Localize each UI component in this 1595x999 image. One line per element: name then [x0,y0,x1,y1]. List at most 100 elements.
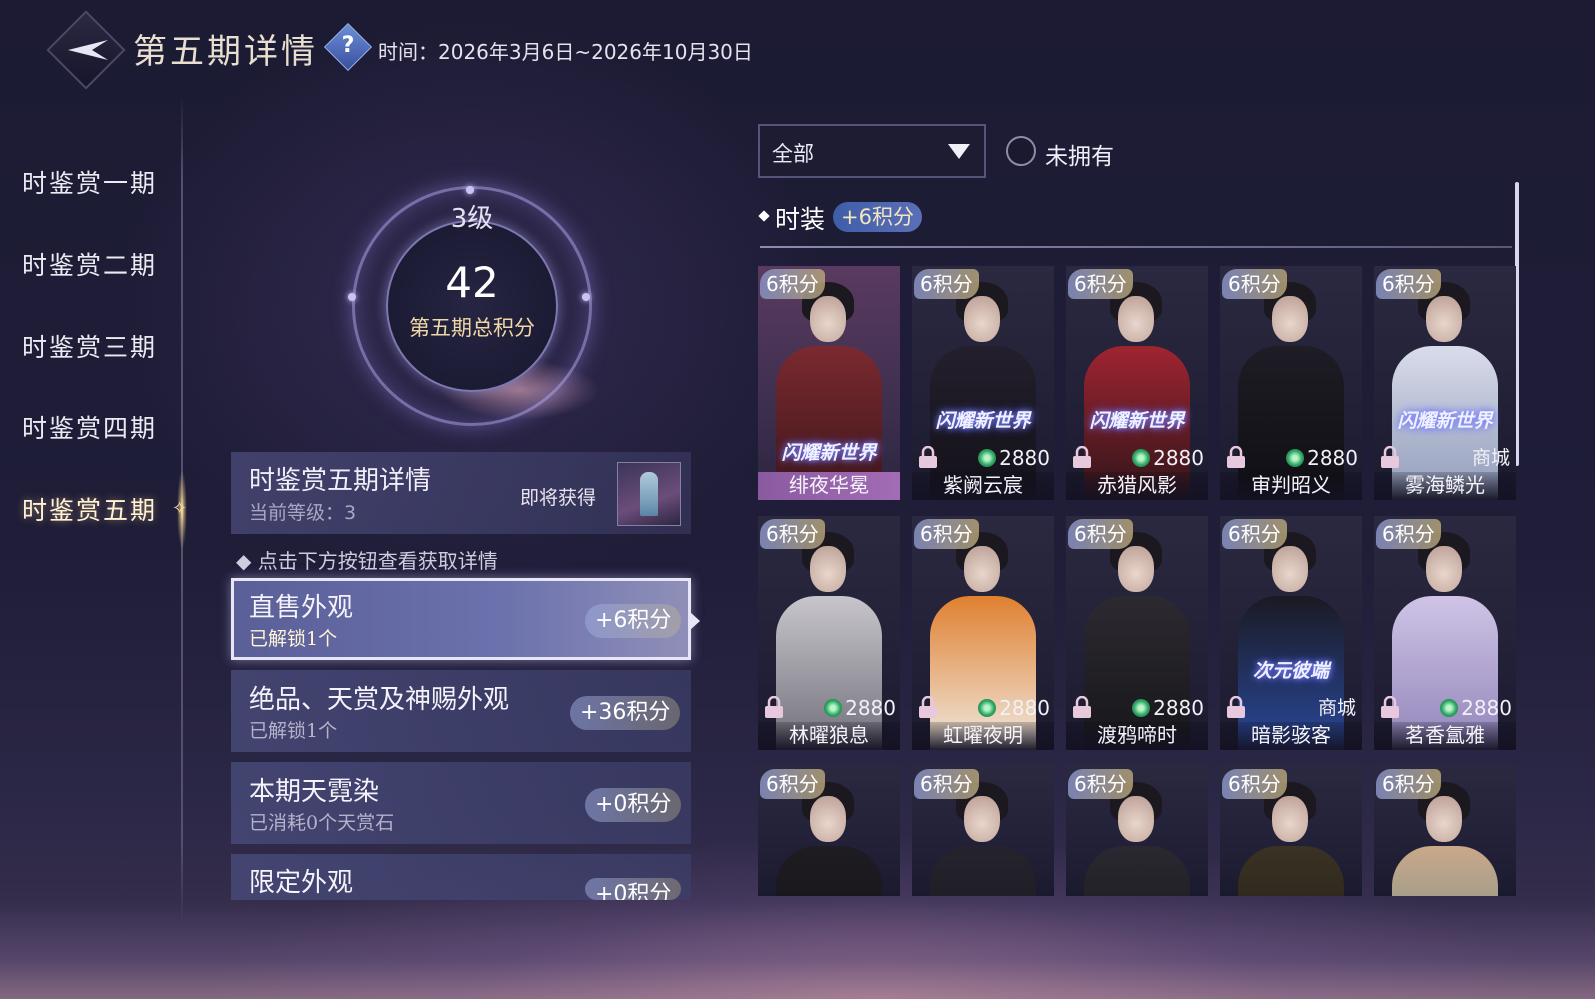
filter-selected: 全部 [772,142,814,166]
jade-coin-icon [978,699,997,717]
outfit-price: 2880 [978,696,1050,720]
outfit-card[interactable]: 6积分 [1374,766,1516,896]
points-badge: 6积分 [914,269,979,299]
category-title: 直售外观 [249,593,354,623]
points-badge: 6积分 [760,519,825,549]
category-points: +6积分 [585,604,682,638]
section-divider [760,246,1512,248]
outfit-price: 2880 [1132,696,1204,720]
outfit-card[interactable]: 6积分闪耀新世界赤猎风影 2880 [1066,266,1208,500]
outfit-name: 渡鸦啼时 [1097,723,1177,747]
collection-logo: 闪耀新世界 [1397,410,1493,432]
bottom-fade [0,900,1595,999]
outfit-card[interactable]: 6积分 [1220,766,1362,896]
outfit-figure-head [1118,796,1154,842]
lock-icon [1227,696,1245,718]
outfit-name: 林曜狼息 [789,723,869,747]
points-badge: 6积分 [1068,519,1133,549]
outfit-card[interactable]: 6积分 审判昭义 2880 [1220,266,1362,500]
category-title: 限定外观 [249,868,354,898]
jade-coin-icon [978,449,997,467]
outfit-figure-head [1272,796,1308,842]
outfit-card[interactable]: 6积分 虹曜夜明 2880 [912,516,1054,750]
jade-coin-icon [1440,699,1459,717]
outfit-figure-head [1118,296,1154,342]
outfit-price: 2880 [1132,446,1204,470]
ring-dot [466,186,474,194]
upcoming-reward-label: 即将获得 [520,487,597,509]
jade-coin-icon [1132,449,1151,467]
outfit-name: 茗香氲雅 [1405,723,1485,747]
hint-text: ◆ 点击下方按钮查看获取详情 [236,549,498,573]
price-value: 2880 [845,696,896,720]
ring-dot [582,293,590,301]
price-value: 2880 [999,696,1050,720]
category-sub: 已解锁1个 [249,628,338,650]
score-total: 42 [445,258,499,307]
lock-icon [1381,446,1399,468]
price-value: 2880 [1461,696,1512,720]
outfit-name: 暗影骇客 [1251,723,1331,747]
unowned-label[interactable]: 未拥有 [1045,137,1114,171]
points-badge: 6积分 [1376,269,1441,299]
lock-icon [1227,446,1245,468]
ring-dot [348,293,356,301]
outfit-card[interactable]: 6积分 [758,766,900,896]
score-label: 第五期总积分 [409,316,535,340]
outfit-card[interactable]: 6积分 [1066,766,1208,896]
price-value: 2880 [1153,446,1204,470]
outfit-card[interactable]: 6积分 闪耀新世界 雾海鳞光 商城 [1374,266,1516,500]
sidebar-item-period-2[interactable]: 时鉴赏二期 [22,246,157,282]
back-arrow-icon [68,40,108,60]
outfit-name: 赤猎风影 [1097,473,1177,497]
outfit-card[interactable]: 6积分茗香氲雅 2880 [1374,516,1516,750]
page-title: 第五期详情 [133,32,318,72]
points-badge: 6积分 [914,519,979,549]
lock-icon [1073,446,1091,468]
outfit-card[interactable]: 6积分 闪耀新世界 紫阙云宸 2880 [912,266,1054,500]
outfit-figure-body [1238,846,1344,896]
sidebar-item-period-4[interactable]: 时鉴赏四期 [22,409,157,445]
outfit-figure-head [1426,296,1462,342]
outfit-card[interactable]: 6积分渡鸦啼时 2880 [1066,516,1208,750]
outfit-figure-head [1272,296,1308,342]
price-value: 2880 [1307,446,1358,470]
points-badge: 6积分 [1068,769,1133,799]
points-badge: 6积分 [1222,519,1287,549]
outfit-card[interactable]: 6积分 闪耀新世界 绯夜华冕 [758,266,900,500]
outfit-card[interactable]: 6积分 [912,766,1054,896]
category-title: 本期天霓染 [249,777,380,807]
section-title: 时装 [775,205,826,234]
sidebar-item-period-1[interactable]: 时鉴赏一期 [22,164,157,200]
unowned-radio[interactable] [1006,136,1036,166]
period-detail-title: 时鉴赏五期详情 [249,466,432,496]
points-badge: 6积分 [1068,269,1133,299]
outfit-figure-head [964,796,1000,842]
outfit-name: 审判昭义 [1251,473,1331,497]
shop-label: 商城 [1317,697,1356,719]
points-badge: 6积分 [914,769,979,799]
question-icon: ? [341,33,355,58]
outfit-price: 2880 [1440,696,1512,720]
sidebar-item-period-3[interactable]: 时鉴赏三期 [22,328,157,364]
collection-logo: 闪耀新世界 [781,442,877,464]
points-badge: 6积分 [1376,519,1441,549]
outfit-price: 2880 [824,696,896,720]
lock-icon [1073,696,1091,718]
outfit-figure-head [964,546,1000,592]
outfit-card[interactable]: 6积分 次元彼端 暗影骇客 商城 [1220,516,1362,750]
collection-logo: 闪耀新世界 [1089,410,1185,432]
outfit-card[interactable]: 6积分林曜狼息 2880 [758,516,900,750]
sidebar-item-period-5[interactable]: 时鉴赏五期 [22,491,157,527]
category-sub: 已消耗0个天赏石 [249,812,395,834]
category-points: +36积分 [570,696,681,730]
category-sub: 已解锁1个 [249,720,338,742]
category-points: +0积分 [585,878,682,900]
points-badge: 6积分 [1376,769,1441,799]
lock-icon [919,696,937,718]
points-badge: 6积分 [760,769,825,799]
outfit-figure-head [1272,546,1308,592]
section-bullet [758,210,770,222]
time-range: 时间：2026年3月6日~2026年10月30日 [378,40,753,64]
price-value: 2880 [1153,696,1204,720]
